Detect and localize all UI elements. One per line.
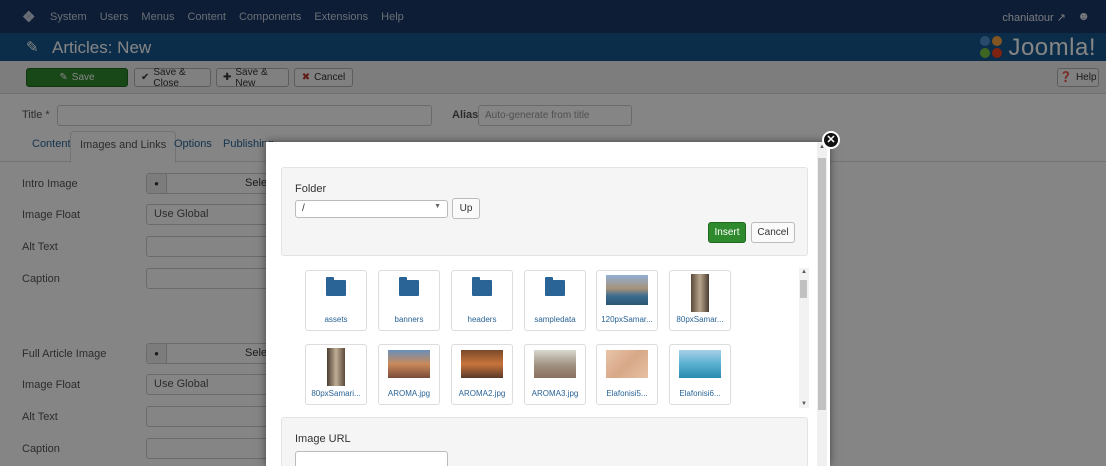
close-icon[interactable]: ✕ [822, 131, 840, 149]
image-tile[interactable]: 80pxSamari... [305, 344, 367, 405]
folder-tile-sampledata[interactable]: sampledata [524, 270, 586, 331]
tile-name: AROMA.jpg [387, 389, 431, 398]
image-tile[interactable]: Elafonisi6... [669, 344, 731, 405]
chevron-down-icon: ▼ [434, 203, 441, 210]
image-thumbnail [461, 350, 503, 378]
image-url-input[interactable] [295, 451, 448, 466]
media-grid-scrollbar[interactable]: ▲ ▼ [799, 268, 809, 408]
scrollbar-thumb[interactable] [818, 158, 826, 410]
image-tile[interactable]: AROMA3.jpg [524, 344, 586, 405]
image-thumbnail [606, 350, 648, 378]
image-tile[interactable]: Elafonisi5... [596, 344, 658, 405]
scroll-up-icon[interactable]: ▲ [801, 269, 807, 275]
image-tile[interactable]: 120pxSamar... [596, 270, 658, 331]
folder-panel: Folder / ▼ Up Insert Cancel [281, 167, 808, 256]
folder-icon [545, 277, 565, 296]
scroll-down-icon[interactable]: ▼ [801, 401, 807, 407]
tile-name: headers [467, 315, 497, 324]
image-tile[interactable]: 80pxSamar... [669, 270, 731, 331]
tile-name: AROMA3.jpg [531, 389, 579, 398]
image-thumbnail [679, 350, 721, 378]
image-url-label: Image URL [295, 433, 351, 445]
folder-icon [326, 277, 346, 296]
modal-scrollbar[interactable]: ▲ [817, 142, 827, 466]
tile-name: 120pxSamar... [601, 315, 653, 324]
folder-tile-headers[interactable]: headers [451, 270, 513, 331]
folder-tile-banners[interactable]: banners [378, 270, 440, 331]
tile-name: sampledata [534, 315, 576, 324]
folder-icon [399, 277, 419, 296]
insert-button[interactable]: Insert [708, 222, 746, 243]
folder-icon [472, 277, 492, 296]
tile-name: Elafonisi6... [679, 389, 721, 398]
tile-name: Elafonisi5... [606, 389, 648, 398]
image-url-panel: Image URL [281, 417, 808, 466]
tile-name: 80pxSamari... [311, 389, 361, 398]
tile-name: banners [394, 315, 424, 324]
image-thumbnail [534, 350, 576, 378]
folder-tile-assets[interactable]: assets [305, 270, 367, 331]
tile-name: 80pxSamar... [676, 315, 724, 324]
image-tile[interactable]: AROMA.jpg [378, 344, 440, 405]
image-tile[interactable]: AROMA2.jpg [451, 344, 513, 405]
modal-cancel-button[interactable]: Cancel [751, 222, 795, 243]
folder-select[interactable]: / ▼ [295, 200, 448, 218]
tile-name: assets [324, 315, 348, 324]
media-manager-modal: Folder / ▼ Up Insert Cancel assets banne… [266, 142, 830, 466]
scrollbar-thumb[interactable] [800, 280, 807, 298]
image-thumbnail [327, 348, 345, 386]
tile-name: AROMA2.jpg [458, 389, 506, 398]
folder-label: Folder [295, 183, 327, 195]
image-thumbnail [606, 275, 648, 305]
image-thumbnail [691, 274, 709, 312]
up-button[interactable]: Up [452, 198, 480, 219]
image-thumbnail [388, 350, 430, 378]
media-grid: assets banners headers sampledata 120pxS… [281, 260, 809, 412]
